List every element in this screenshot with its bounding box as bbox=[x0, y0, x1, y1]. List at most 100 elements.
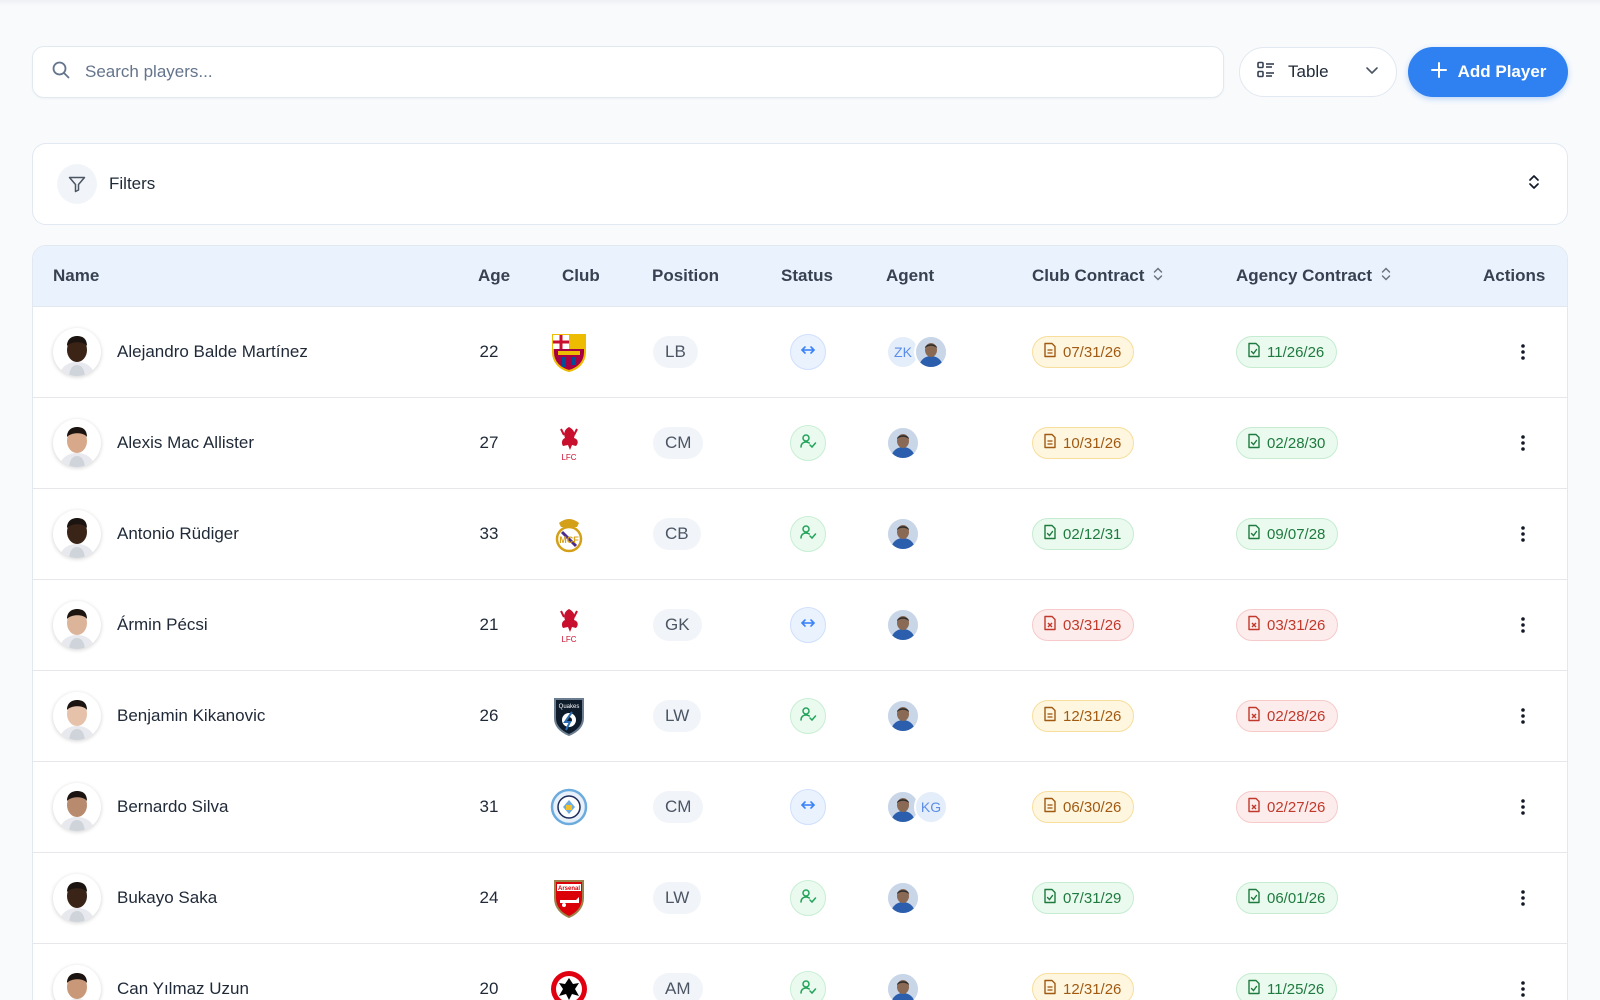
agency-contract-date: 06/01/26 bbox=[1267, 889, 1326, 907]
table-row[interactable]: Ármin Pécsi 21 LFC GK 03/31/26 03/31/26 bbox=[33, 580, 1567, 671]
player-name-cell[interactable]: Antonio Rüdiger bbox=[53, 489, 239, 579]
sort-icon[interactable] bbox=[1152, 266, 1164, 287]
search-input[interactable] bbox=[85, 62, 1085, 82]
agent-avatar[interactable] bbox=[886, 608, 920, 642]
club-contract-cell: 07/31/26 bbox=[1032, 307, 1135, 397]
club-contract-badge[interactable]: 12/31/26 bbox=[1032, 973, 1135, 1000]
filters-panel[interactable]: Filters bbox=[32, 143, 1568, 225]
more-vertical-icon[interactable] bbox=[1511, 340, 1535, 364]
player-name[interactable]: Bernardo Silva bbox=[117, 797, 229, 817]
agency-contract-cell: 11/25/26 bbox=[1236, 944, 1338, 1000]
table-row[interactable]: Antonio Rüdiger 33 MCF CB 02/12/31 09/07/28 bbox=[33, 489, 1567, 580]
club-contract-date: 10/31/26 bbox=[1063, 434, 1122, 452]
header-club-contract[interactable]: Club Contract bbox=[1032, 266, 1164, 287]
age-cell: 31 bbox=[469, 762, 509, 852]
agency-contract-badge[interactable]: 11/26/26 bbox=[1236, 336, 1338, 368]
table-row[interactable]: Bukayo Saka 24 Arsenal LW 07/31/29 06/01/26 bbox=[33, 853, 1567, 944]
more-vertical-icon[interactable] bbox=[1511, 704, 1535, 728]
agent-avatar[interactable] bbox=[886, 426, 920, 460]
view-mode-label: Table bbox=[1288, 62, 1329, 81]
agent-avatar[interactable] bbox=[886, 699, 920, 733]
club-contract-cell: 06/30/26 bbox=[1032, 762, 1135, 852]
player-name[interactable]: Alexis Mac Allister bbox=[117, 433, 254, 453]
club-contract-badge[interactable]: 07/31/26 bbox=[1032, 336, 1135, 368]
agency-contract-badge[interactable]: 03/31/26 bbox=[1236, 609, 1339, 641]
header-age[interactable]: Age bbox=[469, 266, 519, 286]
agency-contract-badge[interactable]: 09/07/28 bbox=[1236, 518, 1339, 550]
header-agency-contract[interactable]: Agency Contract bbox=[1236, 266, 1392, 287]
header-status[interactable]: Status bbox=[781, 266, 833, 286]
table-row[interactable]: Alexis Mac Allister 27 LFC CM 10/31/26 02/28/… bbox=[33, 398, 1567, 489]
header-name[interactable]: Name bbox=[53, 266, 99, 286]
document-check-icon bbox=[1247, 342, 1261, 362]
agent-avatar[interactable] bbox=[886, 881, 920, 915]
document-check-icon bbox=[1247, 888, 1261, 908]
player-name-cell[interactable]: Can Yılmaz Uzun bbox=[53, 944, 249, 1000]
agent-avatar[interactable] bbox=[914, 335, 948, 369]
agent-initials-avatar[interactable]: KG bbox=[914, 790, 948, 824]
search-bar[interactable] bbox=[32, 46, 1224, 98]
agency-contract-badge[interactable]: 02/28/30 bbox=[1236, 427, 1339, 459]
agent-avatar[interactable] bbox=[886, 517, 920, 551]
club-contract-badge[interactable]: 02/12/31 bbox=[1032, 518, 1135, 550]
more-vertical-icon[interactable] bbox=[1511, 613, 1535, 637]
player-name[interactable]: Bukayo Saka bbox=[117, 888, 217, 908]
header-position[interactable]: Position bbox=[652, 266, 719, 286]
club-crest-icon: Quakes bbox=[548, 671, 590, 761]
more-vertical-icon[interactable] bbox=[1511, 977, 1535, 1000]
club-contract-badge[interactable]: 06/30/26 bbox=[1032, 791, 1135, 823]
player-name-cell[interactable]: Benjamin Kikanovic bbox=[53, 671, 265, 761]
player-name[interactable]: Ármin Pécsi bbox=[117, 615, 208, 635]
age-cell: 22 bbox=[469, 307, 509, 397]
table-row[interactable]: Bernardo Silva 31 CM KG 06/30/26 02/27/26 bbox=[33, 762, 1567, 853]
status-badge bbox=[790, 971, 826, 1000]
table-row[interactable]: Alejandro Balde Martínez 22 LB ZK 07/31/26 11… bbox=[33, 307, 1567, 398]
player-name[interactable]: Alejandro Balde Martínez bbox=[117, 342, 308, 362]
club-contract-badge[interactable]: 10/31/26 bbox=[1032, 427, 1135, 459]
header-club[interactable]: Club bbox=[562, 266, 600, 286]
club-contract-badge[interactable]: 07/31/29 bbox=[1032, 882, 1135, 914]
document-check-icon bbox=[1247, 433, 1261, 453]
table-body: Alejandro Balde Martínez 22 LB ZK 07/31/26 11… bbox=[33, 307, 1567, 1000]
add-player-button[interactable]: Add Player bbox=[1408, 47, 1568, 97]
club-contract-badge[interactable]: 12/31/26 bbox=[1032, 700, 1135, 732]
agent-avatar[interactable] bbox=[886, 972, 920, 1000]
document-icon bbox=[1043, 979, 1057, 999]
player-name-cell[interactable]: Ármin Pécsi bbox=[53, 580, 208, 670]
player-name[interactable]: Benjamin Kikanovic bbox=[117, 706, 265, 726]
more-vertical-icon[interactable] bbox=[1511, 431, 1535, 455]
document-check-icon bbox=[1043, 524, 1057, 544]
player-name[interactable]: Can Yılmaz Uzun bbox=[117, 979, 249, 999]
sort-icon[interactable] bbox=[1380, 266, 1392, 287]
agency-contract-cell: 11/26/26 bbox=[1236, 307, 1338, 397]
more-vertical-icon[interactable] bbox=[1511, 795, 1535, 819]
player-name-cell[interactable]: Bukayo Saka bbox=[53, 853, 217, 943]
club-contract-badge[interactable]: 03/31/26 bbox=[1032, 609, 1135, 641]
player-name-cell[interactable]: Bernardo Silva bbox=[53, 762, 229, 852]
more-vertical-icon[interactable] bbox=[1511, 522, 1535, 546]
agency-contract-badge[interactable]: 06/01/26 bbox=[1236, 882, 1339, 914]
age-cell: 24 bbox=[469, 853, 509, 943]
header-agent[interactable]: Agent bbox=[886, 266, 934, 286]
table-row[interactable]: Can Yılmaz Uzun 20 AM 12/31/26 11/25/26 bbox=[33, 944, 1567, 1000]
agency-contract-cell: 03/31/26 bbox=[1236, 580, 1339, 670]
svg-text:MCF: MCF bbox=[559, 535, 579, 545]
player-avatar bbox=[53, 510, 101, 558]
player-name[interactable]: Antonio Rüdiger bbox=[117, 524, 239, 544]
more-vertical-icon[interactable] bbox=[1511, 886, 1535, 910]
position-cell: CM bbox=[653, 762, 704, 852]
player-name-cell[interactable]: Alejandro Balde Martínez bbox=[53, 307, 308, 397]
age-cell: 26 bbox=[469, 671, 509, 761]
agency-contract-cell: 02/27/26 bbox=[1236, 762, 1339, 852]
agency-contract-badge[interactable]: 11/25/26 bbox=[1236, 973, 1338, 1000]
agency-contract-badge[interactable]: 02/27/26 bbox=[1236, 791, 1339, 823]
table-row[interactable]: Benjamin Kikanovic 26 Quakes LW 12/31/26 02/2… bbox=[33, 671, 1567, 762]
agency-contract-badge[interactable]: 02/28/26 bbox=[1236, 700, 1339, 732]
view-mode-select[interactable]: Table bbox=[1239, 47, 1397, 97]
status-badge bbox=[790, 698, 826, 734]
player-avatar bbox=[53, 601, 101, 649]
player-name-cell[interactable]: Alexis Mac Allister bbox=[53, 398, 254, 488]
player-age: 24 bbox=[479, 888, 499, 907]
position-cell: AM bbox=[653, 944, 703, 1000]
expand-toggle-icon[interactable] bbox=[1525, 173, 1543, 196]
